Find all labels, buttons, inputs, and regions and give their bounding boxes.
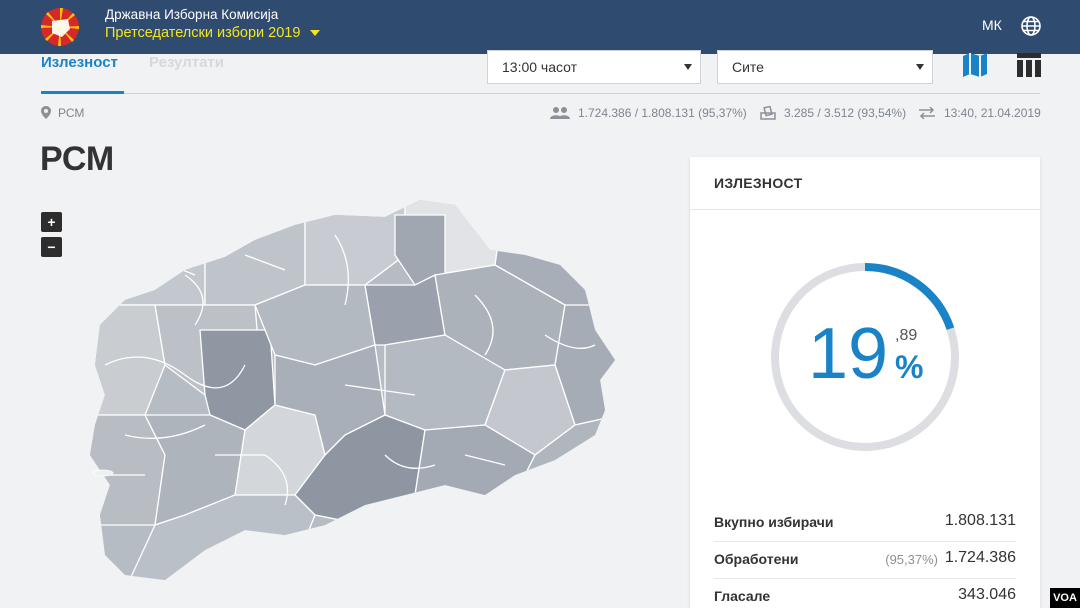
total-voters-label: Вкупно избирачи (714, 514, 834, 530)
card-divider (690, 209, 1040, 210)
turnout-card: ИЗЛЕЗНОСТ 19 ,89 % Вкупно избирачи 1.808… (690, 157, 1040, 608)
turnout-percent-decimal: ,89 (895, 327, 918, 344)
stations-stat: 3.285 / 3.512 (93,54%) (760, 106, 906, 120)
location-pin-icon (41, 106, 51, 119)
caret-down-icon (684, 64, 692, 70)
map-region[interactable] (364, 274, 446, 346)
location-breadcrumb[interactable]: РСМ (58, 106, 84, 120)
voted-row: Гласале 343.046 (714, 580, 1016, 608)
voted-value: 343.046 (958, 586, 1016, 603)
language-switch[interactable]: МК (982, 17, 1002, 33)
processed-value: 1.724.386 (944, 549, 1016, 566)
time-select-value: 13:00 часот (502, 59, 578, 75)
total-voters-row: Вкупно избирачи 1.808.131 (714, 506, 1016, 542)
voters-stat-text: 1.724.386 / 1.808.131 (95,37%) (578, 106, 747, 120)
globe-icon[interactable] (1020, 15, 1042, 37)
sync-arrows-icon (919, 107, 935, 119)
updated-stat: 13:40, 21.04.2019 (918, 106, 1041, 120)
people-icon (550, 107, 570, 119)
table-icon[interactable] (1016, 52, 1042, 78)
zoom-in-button[interactable]: + (41, 212, 62, 232)
election-name[interactable]: Претседателски избори 2019 (105, 23, 300, 43)
region-select[interactable]: Сите (717, 50, 933, 84)
caret-down-icon[interactable] (310, 30, 321, 36)
page-title: РСМ (40, 140, 115, 178)
coat-of-arms-logo[interactable] (40, 7, 80, 47)
region-select-value: Сите (732, 59, 764, 75)
active-tab-indicator (41, 91, 124, 94)
turnout-percent-integer: 19 (808, 314, 889, 394)
zoom-out-button[interactable]: − (41, 237, 62, 257)
tabs-divider (41, 93, 1040, 94)
processed-label: Обработени (714, 551, 799, 567)
processed-row: Обработени (95,37%) 1.724.386 (714, 543, 1016, 579)
stations-stat-text: 3.285 / 3.512 (93,54%) (784, 106, 907, 120)
voters-stat: 1.724.386 / 1.808.131 (95,37%) (550, 106, 747, 120)
map-icon[interactable] (962, 52, 988, 78)
map-region[interactable] (85, 195, 206, 306)
lake (92, 469, 114, 477)
updated-stat-text: 13:40, 21.04.2019 (944, 106, 1041, 120)
ballot-box-icon (760, 106, 776, 120)
tab-results[interactable]: Резултати (149, 54, 224, 71)
voa-watermark: VOA (1050, 588, 1080, 608)
election-selector[interactable]: Претседателски избори 2019 (105, 23, 321, 43)
voted-label: Гласале (714, 588, 771, 604)
caret-down-icon (916, 64, 924, 70)
processed-percent: (95,37%) (885, 552, 938, 567)
map-region[interactable] (204, 195, 306, 306)
turnout-percent-sign: % (895, 349, 924, 385)
municipality-map[interactable] (85, 195, 620, 590)
time-select[interactable]: 13:00 часот (487, 50, 701, 84)
commission-name: Државна Изборна Комисија (105, 7, 279, 22)
total-voters-value: 1.808.131 (944, 512, 1016, 529)
tab-turnout[interactable]: Излезност (41, 54, 118, 71)
card-title: ИЗЛЕЗНОСТ (714, 175, 803, 191)
top-header: Државна Изборна Комисија Претседателски … (0, 0, 1080, 54)
